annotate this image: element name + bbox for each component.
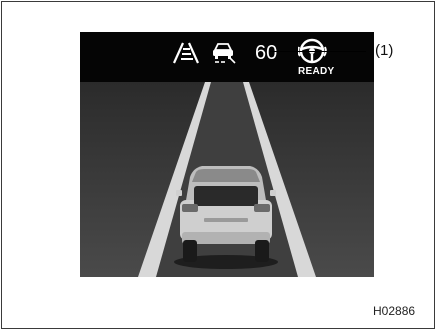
vehicle-distance-icon [213, 43, 236, 64]
callout-leader-line [270, 51, 366, 52]
steering-wheel-icon [298, 38, 327, 64]
display-status-bar: 60 READY [80, 32, 374, 82]
status-ready-text: READY [298, 66, 335, 77]
lane-keep-icon [173, 42, 199, 64]
callout-label: (1) [375, 42, 394, 59]
instrument-display: 60 READY [80, 32, 374, 277]
figure-frame: 60 READY (1) H02886 [1, 1, 435, 329]
road-scene [80, 82, 374, 277]
figure-code: H02886 [373, 304, 416, 318]
set-speed-value: 60 [255, 42, 278, 64]
